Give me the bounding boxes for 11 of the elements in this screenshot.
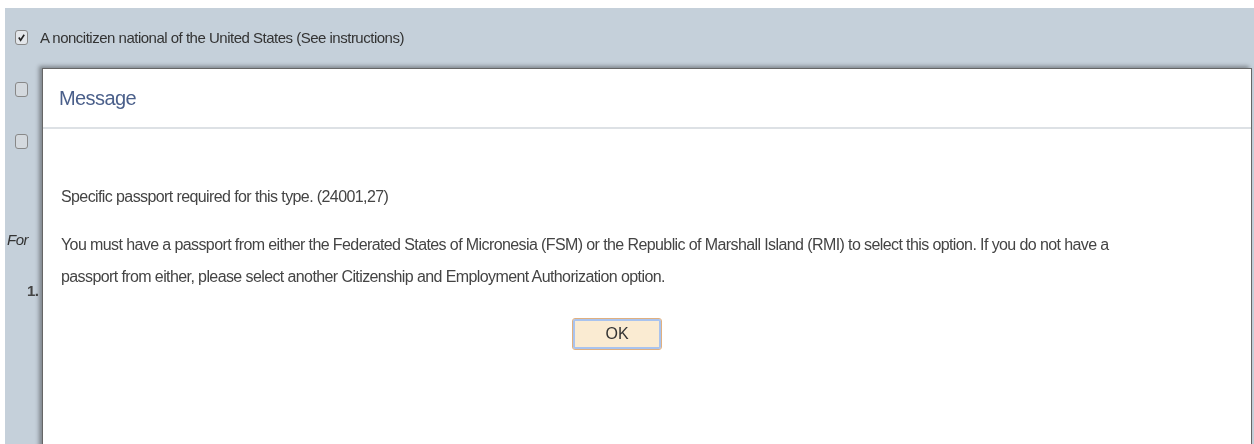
message-text: You must have a passport from either the Federated States of Micronesia (FSM) or the Republic of Marshall Island (RMI) to select this option. If you do not have a passport from either, please select another Citizenship and Employment Authorization option.	[61, 235, 1110, 287]
checkbox[interactable]	[15, 29, 28, 45]
dialog-title: Message	[59, 86, 136, 110]
option-label: A noncitizen national of the United States (See instructions)	[40, 28, 404, 46]
checkbox[interactable]	[15, 81, 28, 97]
form-text: For	[7, 231, 28, 248]
form-text: 1.	[27, 282, 39, 299]
checkbox[interactable]	[15, 133, 28, 149]
check-icon	[17, 32, 26, 42]
ok-button[interactable]: OK	[573, 319, 661, 349]
message-text: Specific passport required for this type. (24001,27)	[61, 187, 390, 207]
